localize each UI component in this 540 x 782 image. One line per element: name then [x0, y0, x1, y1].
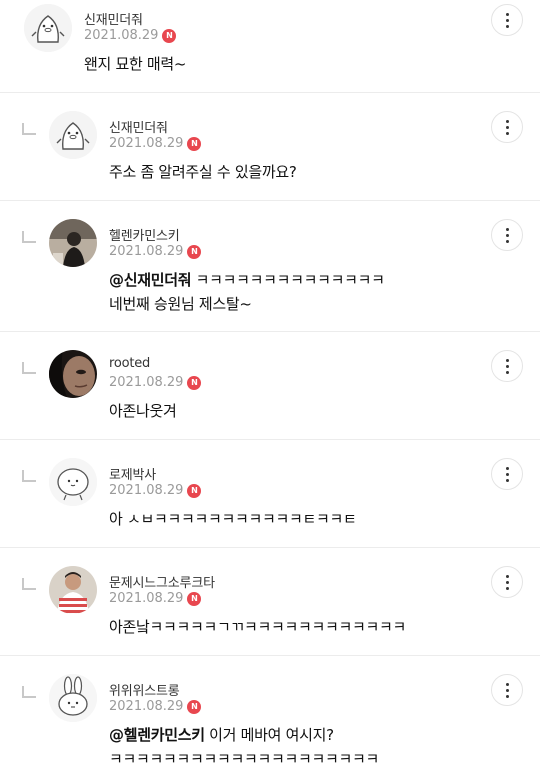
face-photo-icon [49, 350, 97, 398]
more-vertical-icon [505, 12, 509, 16]
comment-text: @신재민더줘 ㅋㅋㅋㅋㅋㅋㅋㅋㅋㅋㅋㅋㅋㅋ [109, 269, 385, 291]
new-badge-icon: N [187, 591, 202, 606]
reply-arrow-icon [22, 470, 36, 482]
mention-link[interactable]: @신재민더줘 [109, 271, 192, 289]
comment-date: 2021.08.29 [109, 591, 184, 606]
new-badge-icon: N [187, 699, 202, 714]
more-vertical-icon-dot [505, 125, 509, 129]
comment-item: 신재민더줘 2021.08.29 N 주소 좀 알려주실 수 있을까요? [0, 93, 540, 201]
comment-item: 헬렌카민스키 2021.08.29 N @신재민더줘 ㅋㅋㅋㅋㅋㅋㅋㅋㅋㅋㅋㅋㅋ… [0, 201, 540, 332]
comment-text: 아존나웃겨 [109, 402, 177, 420]
comment-item: 문제시느그소루크타 2021.08.29 N 아존낰ㅋㅋㅋㅋㅋㄱㄲㅋㅋㅋㅋㅋㅋㅋ… [0, 548, 540, 656]
reply-arrow-icon [22, 231, 36, 243]
comment-nickname[interactable]: 신재민더줘 [109, 117, 168, 136]
rabbit-sticker-icon [49, 674, 97, 722]
more-options-button[interactable] [491, 219, 523, 251]
more-options-button[interactable] [491, 458, 523, 490]
more-options-button[interactable] [491, 4, 523, 36]
comment-meta: 2021.08.29 N [109, 699, 202, 714]
more-vertical-icon-dot [505, 364, 509, 368]
comment-text: 아 ㅅㅂㅋㅋㅋㅋㅋㅋㅋㅋㅋㅋㅋㅌㅋㅋㅌ [109, 510, 357, 528]
comment-item: rooted 2021.08.29 N 아존나웃겨 [0, 332, 540, 440]
comment-nickname[interactable]: 헬렌카민스키 [109, 225, 180, 244]
new-badge-icon: N [187, 375, 202, 390]
comment-date: 2021.08.29 [109, 244, 184, 259]
comment-item: 로제박사 2021.08.29 N 아 ㅅㅂㅋㅋㅋㅋㅋㅋㅋㅋㅋㅋㅋㅌㅋㅋㅌ [0, 440, 540, 548]
comment-nickname[interactable]: 문제시느그소루크타 [109, 572, 215, 591]
more-vertical-icon [505, 466, 509, 470]
comment-text: 아존낰ㅋㅋㅋㅋㅋㄱㄲㅋㅋㅋㅋㅋㅋㅋㅋㅋㅋㅋㅋ [109, 618, 407, 636]
comment-meta: 2021.08.29 N [109, 244, 202, 259]
comment-text-content: 이거 메바여 여시지? [204, 726, 334, 744]
comment-text: 주소 좀 알려주실 수 있을까요? [109, 163, 297, 181]
comment-date: 2021.08.29 [109, 136, 184, 151]
avatar[interactable] [49, 111, 97, 159]
reply-arrow-icon [22, 686, 36, 698]
new-badge-icon: N [187, 136, 202, 151]
more-vertical-icon-dot [505, 478, 509, 482]
new-badge-icon: N [187, 244, 202, 259]
person-photo-icon [49, 219, 97, 267]
reply-arrow-icon [22, 362, 36, 374]
comment-text-line2: ㅋㅋㅋㅋㅋㅋㅋㅋㅋㅋㅋㅋㅋㅋㅋㅋㅋㅋㅋㅋ [109, 750, 380, 768]
comment-meta: 2021.08.29 N [109, 591, 202, 606]
comment-text: 왠지 묘한 매력~ [84, 55, 187, 73]
more-vertical-icon-dot [505, 233, 509, 237]
avatar[interactable] [49, 674, 97, 722]
more-vertical-icon [505, 119, 509, 123]
reply-arrow-icon [22, 123, 36, 135]
striped-shirt-photo-icon [49, 566, 97, 614]
more-vertical-icon-dot [505, 472, 509, 476]
more-vertical-icon [505, 358, 509, 362]
avatar[interactable] [24, 4, 72, 52]
comment-text: @헬렌카민스키 이거 메바여 여시지? [109, 724, 334, 746]
more-options-button[interactable] [491, 674, 523, 706]
more-vertical-icon-dot [505, 688, 509, 692]
more-vertical-icon [505, 682, 509, 686]
reply-arrow-icon [22, 578, 36, 590]
more-vertical-icon [505, 227, 509, 231]
avatar[interactable] [49, 219, 97, 267]
comment-nickname[interactable]: rooted [109, 356, 150, 371]
more-vertical-icon-dot [505, 18, 509, 22]
comment-meta: 2021.08.29 N [84, 28, 177, 43]
comment-meta: 2021.08.29 N [109, 375, 202, 390]
comment-date: 2021.08.29 [109, 375, 184, 390]
comment-meta: 2021.08.29 N [109, 136, 202, 151]
comment-date: 2021.08.29 [109, 483, 184, 498]
comment-text-content: ㅋㅋㅋㅋㅋㅋㅋㅋㅋㅋㅋㅋㅋㅋ [191, 271, 385, 289]
more-vertical-icon-dot [505, 24, 509, 28]
more-options-button[interactable] [491, 111, 523, 143]
penguin-sticker-icon [49, 111, 97, 159]
avatar[interactable] [49, 566, 97, 614]
comment-nickname[interactable]: 신재민더줘 [84, 9, 143, 28]
more-vertical-icon-dot [505, 131, 509, 135]
new-badge-icon: N [162, 28, 177, 43]
comment-meta: 2021.08.29 N [109, 483, 202, 498]
comment-nickname[interactable]: 로제박사 [109, 464, 156, 483]
more-vertical-icon-dot [505, 586, 509, 590]
more-vertical-icon-dot [505, 370, 509, 374]
more-vertical-icon-dot [505, 580, 509, 584]
more-options-button[interactable] [491, 566, 523, 598]
comment-item: 위위위스트롱 2021.08.29 N @헬렌카민스키 이거 메바여 여시지? … [0, 656, 540, 782]
comment-item: 신재민더줘 2021.08.29 N 왠지 묘한 매력~ [0, 0, 540, 93]
more-vertical-icon-dot [505, 239, 509, 243]
mention-link[interactable]: @헬렌카민스키 [109, 726, 205, 744]
avatar[interactable] [49, 350, 97, 398]
comment-date: 2021.08.29 [84, 28, 159, 43]
comment-text-line2: 네번째 승원님 제스탈~ [109, 295, 252, 313]
comment-nickname[interactable]: 위위위스트롱 [109, 680, 180, 699]
penguin-sticker-icon [24, 4, 72, 52]
more-options-button[interactable] [491, 350, 523, 382]
more-vertical-icon-dot [505, 694, 509, 698]
more-vertical-icon [505, 574, 509, 578]
avatar[interactable] [49, 458, 97, 506]
new-badge-icon: N [187, 483, 202, 498]
blob-sticker-icon [49, 458, 97, 506]
comment-date: 2021.08.29 [109, 699, 184, 714]
